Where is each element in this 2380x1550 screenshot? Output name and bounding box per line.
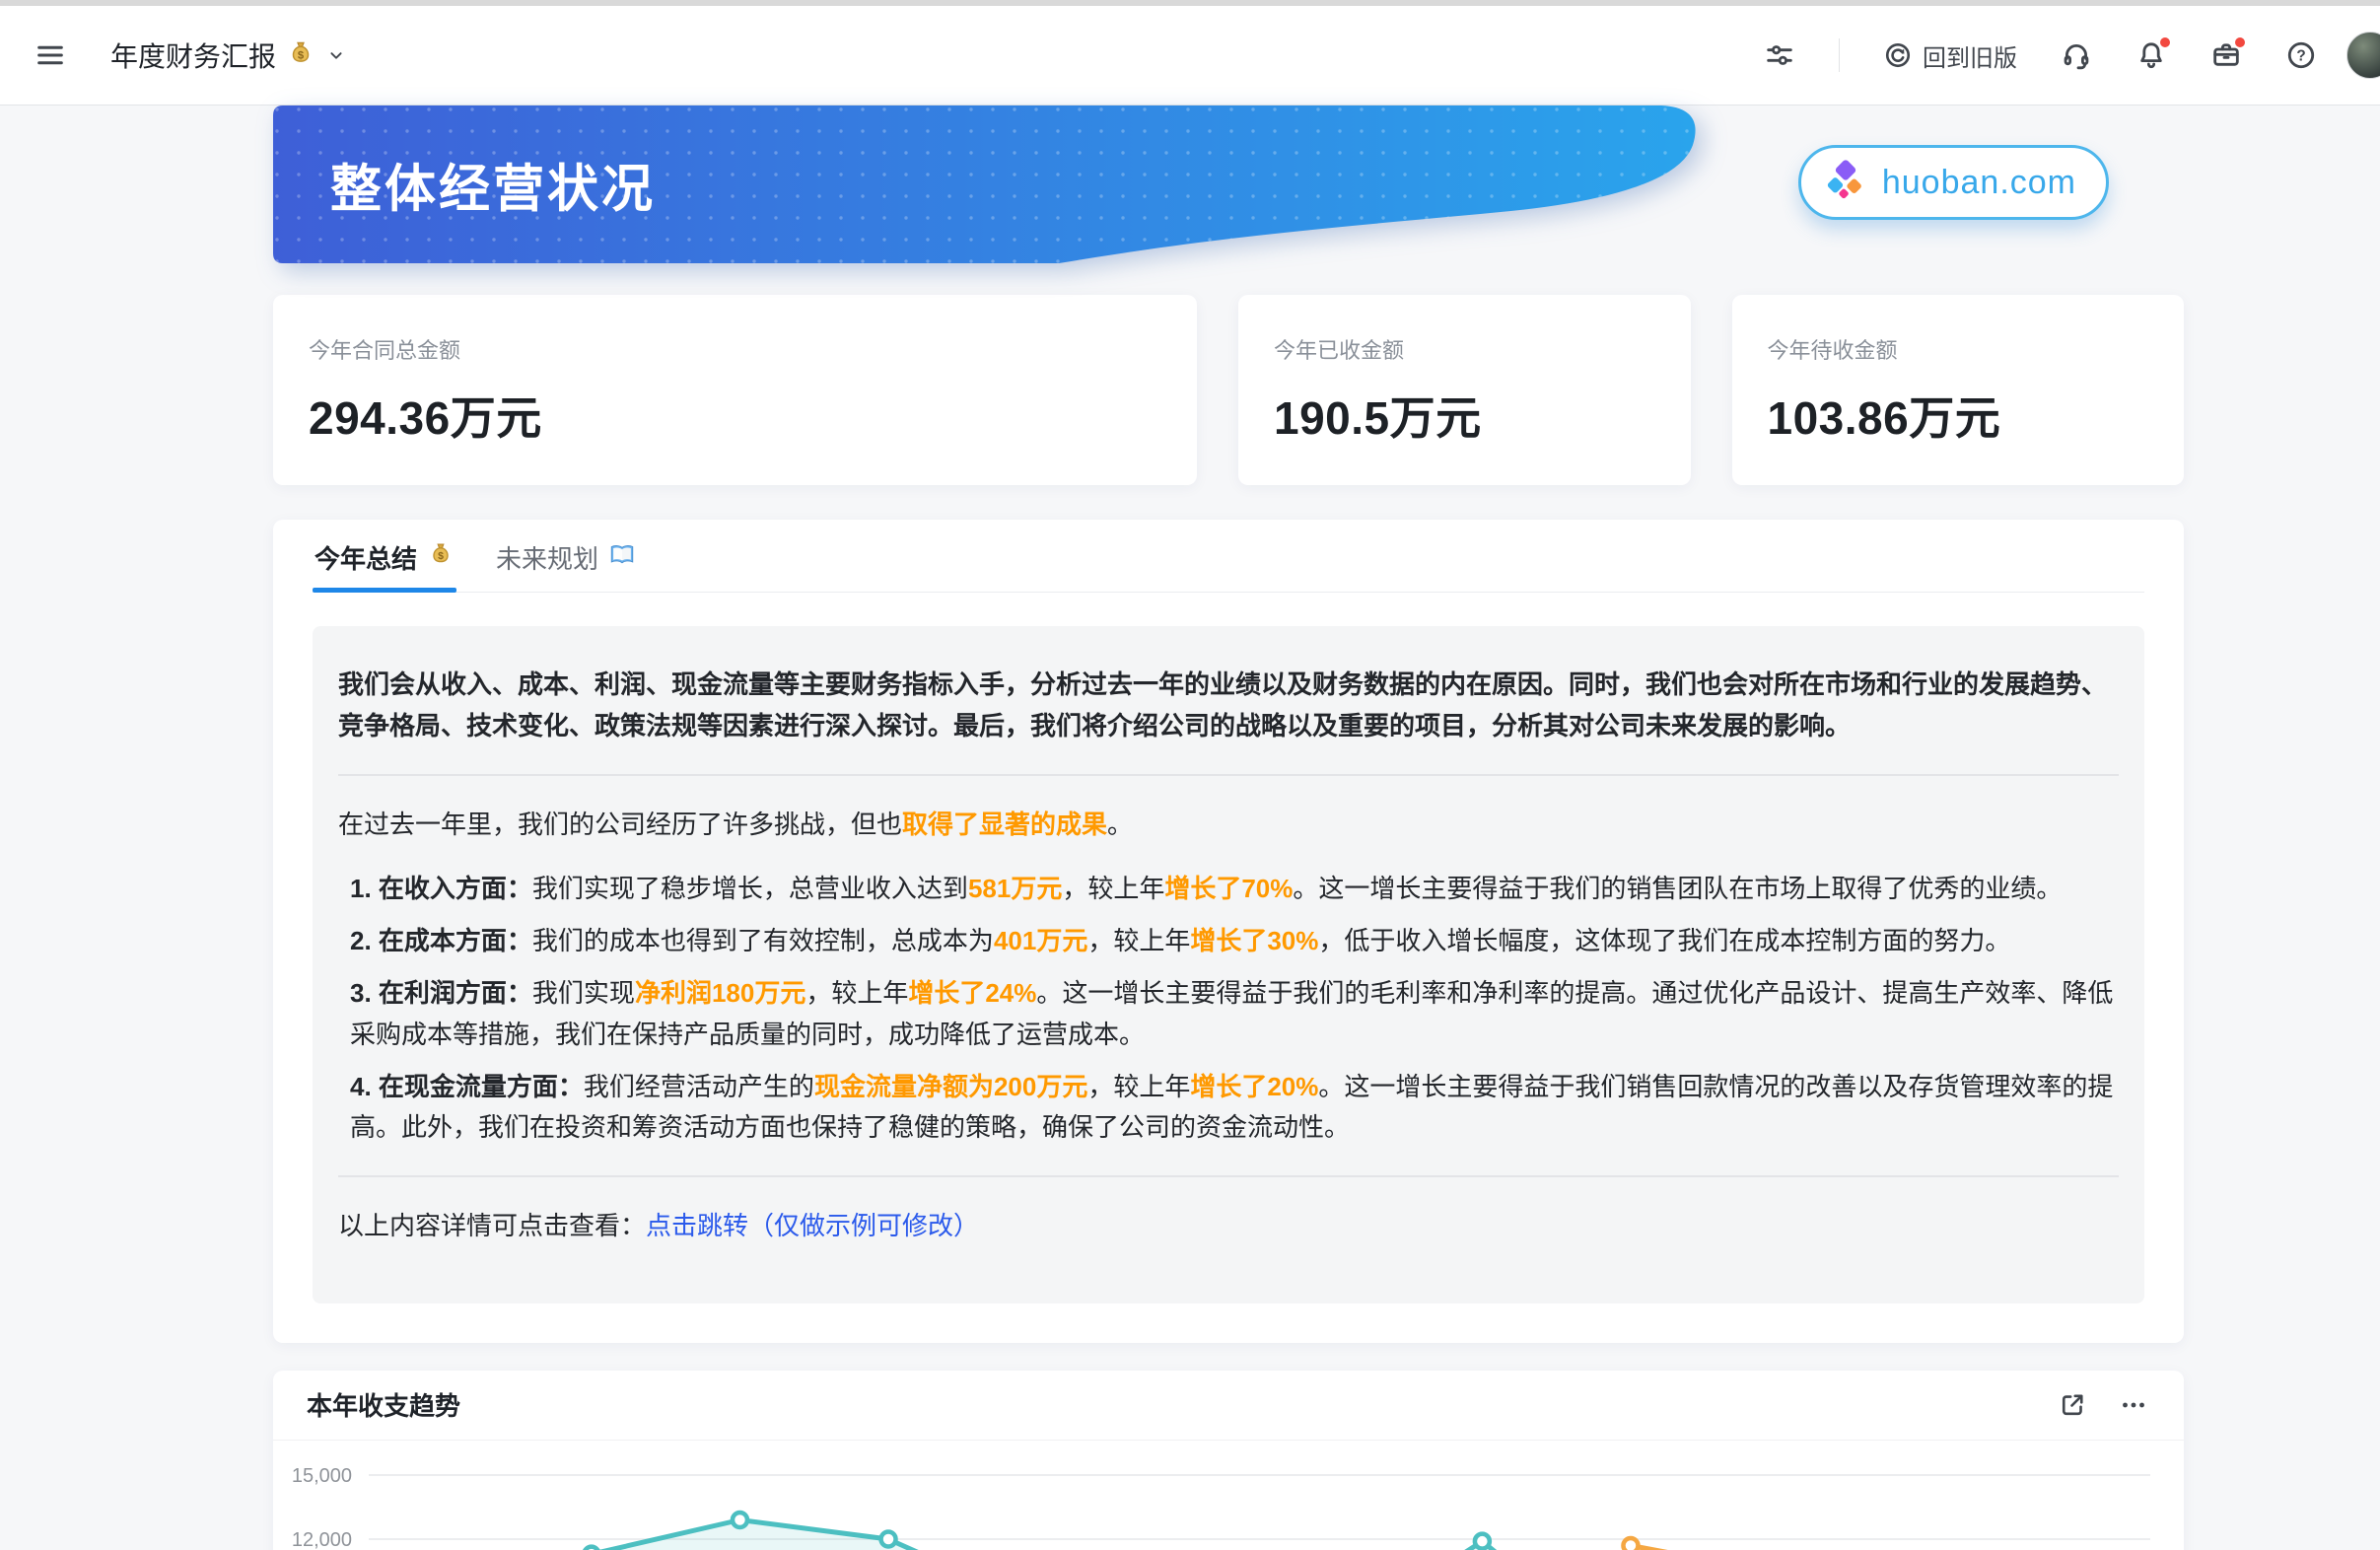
tab-label: 今年总结 bbox=[315, 539, 417, 576]
stat-label: 今年待收金额 bbox=[1768, 333, 2149, 365]
open-book-icon bbox=[608, 540, 636, 575]
stat-label: 今年合同总金额 bbox=[309, 333, 1161, 365]
back-to-old-version-button[interactable]: 回到旧版 bbox=[1883, 38, 2017, 73]
help-icon[interactable]: ? bbox=[2285, 39, 2317, 71]
headset-icon[interactable] bbox=[2061, 39, 2092, 71]
svg-text:15,000: 15,000 bbox=[292, 1465, 352, 1487]
trend-title: 本年收支趋势 bbox=[307, 1386, 460, 1423]
page-title: 年度财务汇报 bbox=[110, 35, 276, 75]
huoban-logo-pill: huoban.com bbox=[1798, 145, 2109, 220]
trend-chart-svg: 15,00012,0009,000 bbox=[273, 1441, 2184, 1550]
open-external-icon[interactable] bbox=[2058, 1390, 2087, 1420]
svg-text:12,000: 12,000 bbox=[292, 1529, 352, 1550]
svg-text:?: ? bbox=[2296, 48, 2305, 65]
back-to-old-label: 回到旧版 bbox=[1923, 38, 2017, 73]
banner: 整体经营状况 huoban.com bbox=[273, 106, 2184, 263]
tab-label: 未来规划 bbox=[496, 539, 598, 576]
report-title-group: 年度财务汇报 $ bbox=[110, 35, 347, 75]
trend-header: 本年收支趋势 bbox=[273, 1371, 2184, 1440]
jump-link[interactable]: 点击跳转（仅做示例可修改） bbox=[646, 1211, 979, 1240]
bell-badge bbox=[2158, 35, 2172, 49]
stat-value: 190.5万元 bbox=[1274, 383, 1655, 448]
list-item-profit: 3. 在利润方面：我们实现净利润180万元，较上年增长了24%。这一增长主要得益… bbox=[350, 973, 2119, 1054]
divider bbox=[338, 774, 2119, 776]
title-chevron-down-icon[interactable] bbox=[325, 44, 347, 66]
money-bag-icon: $ bbox=[286, 38, 315, 73]
sliders-icon[interactable] bbox=[1764, 39, 1795, 71]
summary-paragraph: 在过去一年里，我们的公司经历了许多挑战，但也取得了显著的成果。 bbox=[338, 804, 2119, 845]
summary-intro: 我们会从收入、成本、利润、现金流量等主要财务指标入手，分析过去一年的业绩以及财务… bbox=[338, 664, 2119, 746]
summary-panel: 我们会从收入、成本、利润、现金流量等主要财务指标入手，分析过去一年的业绩以及财务… bbox=[313, 626, 2144, 1303]
topbar-divider bbox=[1839, 38, 1840, 72]
svg-text:$: $ bbox=[438, 550, 444, 562]
bell-icon[interactable] bbox=[2135, 39, 2167, 71]
list-item-revenue: 1. 在收入方面：我们实现了稳步增长，总营业收入达到581万元，较上年增长了70… bbox=[350, 869, 2119, 909]
summary-tabs: 今年总结 $ 未来规划 bbox=[313, 520, 2144, 593]
tab-future-plan[interactable]: 未来规划 bbox=[494, 520, 638, 592]
svg-text:$: $ bbox=[298, 49, 305, 61]
summary-footer: 以上内容详情可点击查看：点击跳转（仅做示例可修改） bbox=[338, 1205, 2119, 1246]
list-item-cashflow: 4. 在现金流量方面：我们经营活动产生的现金流量净额为200万元，较上年增长了2… bbox=[350, 1067, 2119, 1148]
briefcase-icon[interactable] bbox=[2210, 39, 2242, 71]
list-item-cost: 2. 在成本方面：我们的成本也得到了有效控制，总成本为401万元，较上年增长了3… bbox=[350, 921, 2119, 961]
stat-label: 今年已收金额 bbox=[1274, 333, 1655, 365]
divider bbox=[338, 1175, 2119, 1177]
money-bag-icon: $ bbox=[427, 540, 455, 575]
topbar: 年度财务汇报 $ 回到旧版 bbox=[0, 6, 2380, 106]
stat-value: 294.36万元 bbox=[309, 383, 1161, 448]
huoban-diamonds-icon bbox=[1823, 158, 1868, 208]
trend-chart: 15,00012,0009,000 bbox=[273, 1441, 2184, 1550]
banner-title: 整体经营状况 bbox=[330, 148, 656, 222]
summary-list: 1. 在收入方面：我们实现了稳步增长，总营业收入达到581万元，较上年增长了70… bbox=[338, 869, 2119, 1147]
more-options-icon[interactable] bbox=[2117, 1388, 2150, 1422]
summary-card: 今年总结 $ 未来规划 bbox=[273, 520, 2184, 1343]
hamburger-menu-icon[interactable] bbox=[34, 38, 67, 72]
tab-this-year-summary[interactable]: 今年总结 $ bbox=[313, 520, 456, 592]
stat-value: 103.86万元 bbox=[1768, 383, 2149, 448]
topbar-actions: 回到旧版 ? bbox=[1764, 38, 2317, 73]
stat-card-pending: 今年待收金额 103.86万元 bbox=[1732, 295, 2185, 485]
stat-cards-row: 今年合同总金额 294.36万元 今年已收金额 190.5万元 今年待收金额 1… bbox=[273, 295, 2184, 485]
briefcase-badge bbox=[2233, 35, 2247, 49]
trend-card: 本年收支趋势 15,00012,0009,000 bbox=[273, 1371, 2184, 1550]
stat-card-contract-total: 今年合同总金额 294.36万元 bbox=[273, 295, 1197, 485]
huoban-logo-text: huoban.com bbox=[1882, 164, 2076, 202]
stat-card-received: 今年已收金额 190.5万元 bbox=[1238, 295, 1691, 485]
report-content: 整体经营状况 huoban.com 今年合同总金额 294.36万元 今年已收金… bbox=[273, 106, 2184, 1550]
user-avatar[interactable] bbox=[2346, 32, 2380, 79]
